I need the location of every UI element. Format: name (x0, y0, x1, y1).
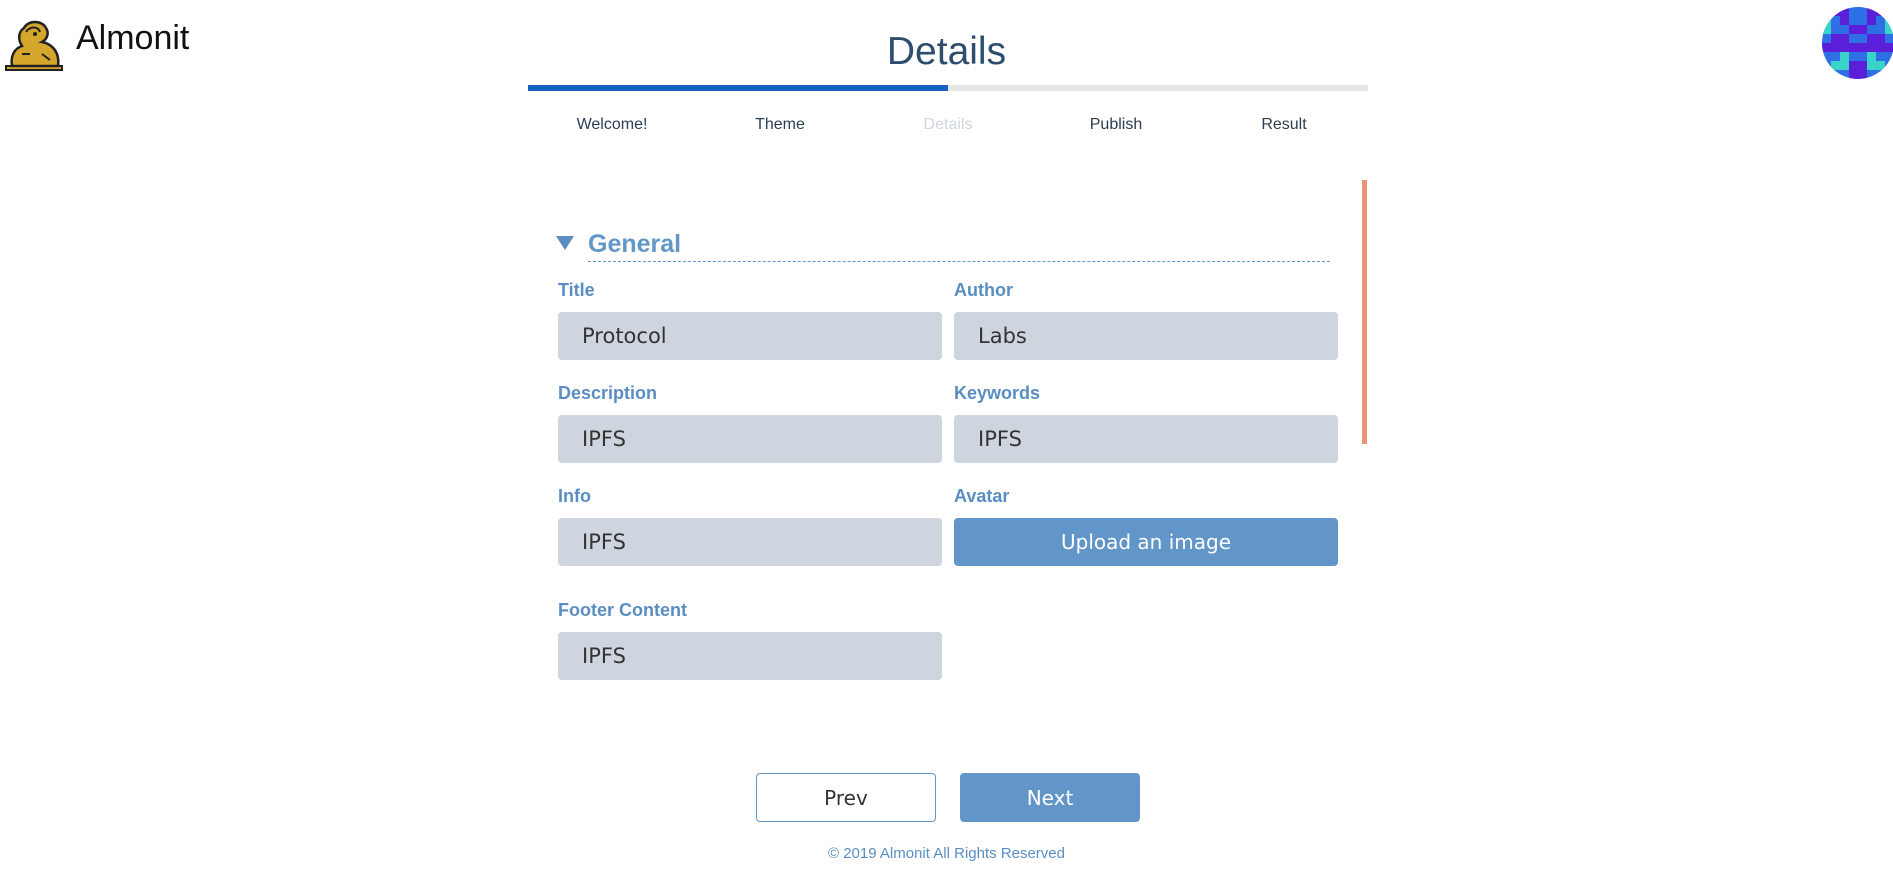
field-footer-content: Footer Content (558, 600, 942, 680)
step-publish[interactable]: Publish (1032, 116, 1200, 134)
keywords-input[interactable] (954, 415, 1338, 463)
footer-copyright: © 2019 Almonit All Rights Reserved (827, 845, 1065, 862)
next-button[interactable]: Next (960, 773, 1140, 822)
step-theme[interactable]: Theme (696, 116, 864, 134)
description-input[interactable] (558, 415, 942, 463)
wizard-steps: Welcome! Theme Details Publish Result (528, 116, 1368, 134)
field-avatar: Avatar Upload an image (954, 486, 1338, 566)
field-description: Description (558, 383, 942, 463)
upload-image-button[interactable]: Upload an image (954, 518, 1338, 566)
field-author: Author (954, 280, 1338, 360)
field-label: Avatar (954, 486, 1010, 506)
field-label: Author (954, 280, 1013, 300)
section-general-header[interactable]: General (556, 230, 1330, 262)
prev-button[interactable]: Prev (756, 773, 936, 822)
section-title: General (588, 230, 1330, 262)
wizard-progress-fill (528, 85, 948, 91)
title-input[interactable] (558, 312, 942, 360)
page-title: Details (886, 30, 1007, 73)
field-label: Description (558, 383, 658, 403)
footer-content-input[interactable] (558, 632, 942, 680)
field-label: Title (558, 280, 595, 300)
scrollbar-thumb[interactable] (1362, 180, 1367, 444)
field-label: Info (558, 486, 591, 506)
author-input[interactable] (954, 312, 1338, 360)
step-details[interactable]: Details (864, 116, 1032, 134)
info-input[interactable] (558, 518, 942, 566)
collapse-triangle-icon[interactable] (556, 236, 574, 250)
step-result[interactable]: Result (1200, 116, 1368, 134)
field-label: Keywords (954, 383, 1041, 403)
field-info: Info (558, 486, 942, 566)
field-title: Title (558, 280, 942, 360)
wizard-progress-bar (528, 85, 1368, 91)
step-welcome[interactable]: Welcome! (528, 116, 696, 134)
field-keywords: Keywords (954, 383, 1338, 463)
field-label: Footer Content (558, 600, 687, 620)
